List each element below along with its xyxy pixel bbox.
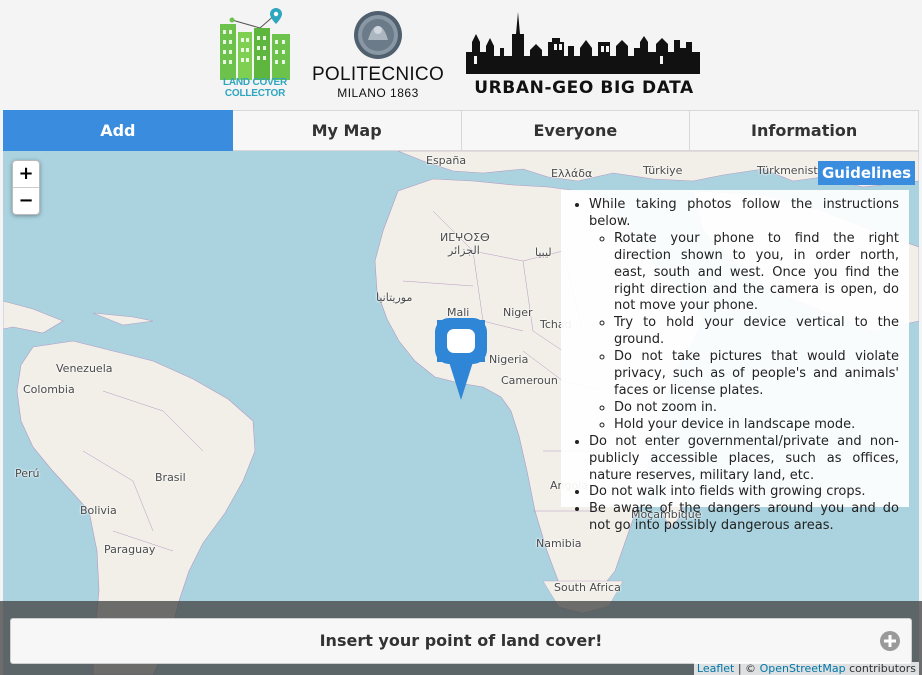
guideline-item: Do not walk into fields with growing cro…: [589, 484, 899, 501]
guideline-item: Do not enter governmental/private and no…: [589, 434, 899, 485]
map-label-south-africa: South Africa: [554, 581, 621, 594]
zoom-out-button[interactable]: −: [13, 187, 39, 214]
urban-geo-big-data-logo: URBAN-GEO BIG DATA: [464, 12, 704, 100]
leaflet-link[interactable]: Leaflet: [697, 662, 734, 675]
politecnico-logo: POLITECNICO MILANO 1863: [310, 10, 446, 102]
map-label-niger: Niger: [503, 306, 533, 319]
politecnico-name: POLITECNICO: [311, 64, 445, 85]
map-label-cameroun: Cameroun: [501, 374, 558, 387]
map-label-mauritania: موريتانيا: [376, 291, 413, 304]
guideline-subitem: Hold your device in landscape mode.: [614, 417, 899, 434]
openstreetmap-link[interactable]: OpenStreetMap: [760, 662, 846, 675]
tab-bar: Add My Map Everyone Information: [3, 110, 919, 151]
map-label-venezuela: Venezuela: [56, 362, 113, 375]
lcc-logo-line1: LAND COVER: [222, 77, 288, 88]
city-skyline-icon: [466, 12, 700, 74]
tab-add[interactable]: Add: [3, 110, 233, 151]
guidelines-list: While taking photos follow the instructi…: [561, 197, 899, 535]
guideline-subitem: Do not zoom in.: [614, 400, 899, 417]
map-label-paraguay: Paraguay: [104, 543, 156, 556]
land-cover-collector-icon: [220, 8, 290, 80]
urban-geo-big-data-name: URBAN-GEO BIG DATA: [474, 78, 694, 98]
guideline-item: Be aware of the dangers around you and d…: [589, 501, 899, 535]
guideline-subitem: Do not take pictures that would violate …: [614, 349, 899, 400]
map-label-espana: España: [426, 154, 467, 167]
header: LAND COVER COLLECTOR POLITECNICO MILANO …: [0, 0, 922, 110]
map-label-peru: Perú: [15, 467, 40, 480]
guideline-item: While taking photos follow the instructi…: [589, 197, 899, 434]
guidelines-title[interactable]: Guidelines: [818, 161, 916, 185]
guidelines-sublist: Rotate your phone to find the right dire…: [589, 231, 899, 434]
guidelines-panel: While taking photos follow the instructi…: [561, 190, 909, 533]
tab-my-map[interactable]: My Map: [232, 110, 462, 151]
zoom-control: + −: [12, 160, 40, 215]
tab-information[interactable]: Information: [690, 110, 919, 151]
tab-everyone[interactable]: Everyone: [461, 110, 691, 151]
map-label-turkiye: Türkiye: [643, 164, 683, 177]
map-label-amazigh: ⵍⵎⵖⵔⵉⴱ: [440, 231, 490, 244]
map-label-algeria: الجزائر: [448, 244, 480, 257]
attribution-suffix: contributors: [849, 662, 916, 675]
plus-circle-icon[interactable]: [880, 631, 900, 651]
land-cover-collector-logo: LAND COVER COLLECTOR: [214, 8, 296, 102]
location-pin-icon[interactable]: [433, 316, 489, 402]
attribution-separator: | ©: [737, 662, 757, 675]
politecnico-seal-icon: [354, 11, 402, 59]
guideline-subitem: Try to hold your device vertical to the …: [614, 315, 899, 349]
politecnico-subtitle: MILANO 1863: [337, 86, 419, 100]
insert-point-button[interactable]: Insert your point of land cover!: [10, 618, 912, 664]
map-attribution: Leaflet | © OpenStreetMap contributors: [693, 662, 919, 675]
zoom-in-button[interactable]: +: [13, 161, 39, 187]
guideline-text: While taking photos follow the instructi…: [589, 197, 899, 229]
map-label-libya: ليبيا: [535, 246, 552, 259]
map-label-nigeria: Nigeria: [489, 353, 529, 366]
guideline-subitem: Rotate your phone to find the right dire…: [614, 231, 899, 316]
map-label-namibia: Namibia: [536, 537, 582, 550]
map-label-bolivia: Bolivia: [80, 504, 117, 517]
lcc-logo-line2: COLLECTOR: [224, 88, 286, 99]
map-label-colombia: Colombia: [23, 383, 75, 396]
map-label-brasil: Brasil: [155, 471, 186, 484]
map-label-ellada: Ελλάδα: [551, 167, 593, 180]
